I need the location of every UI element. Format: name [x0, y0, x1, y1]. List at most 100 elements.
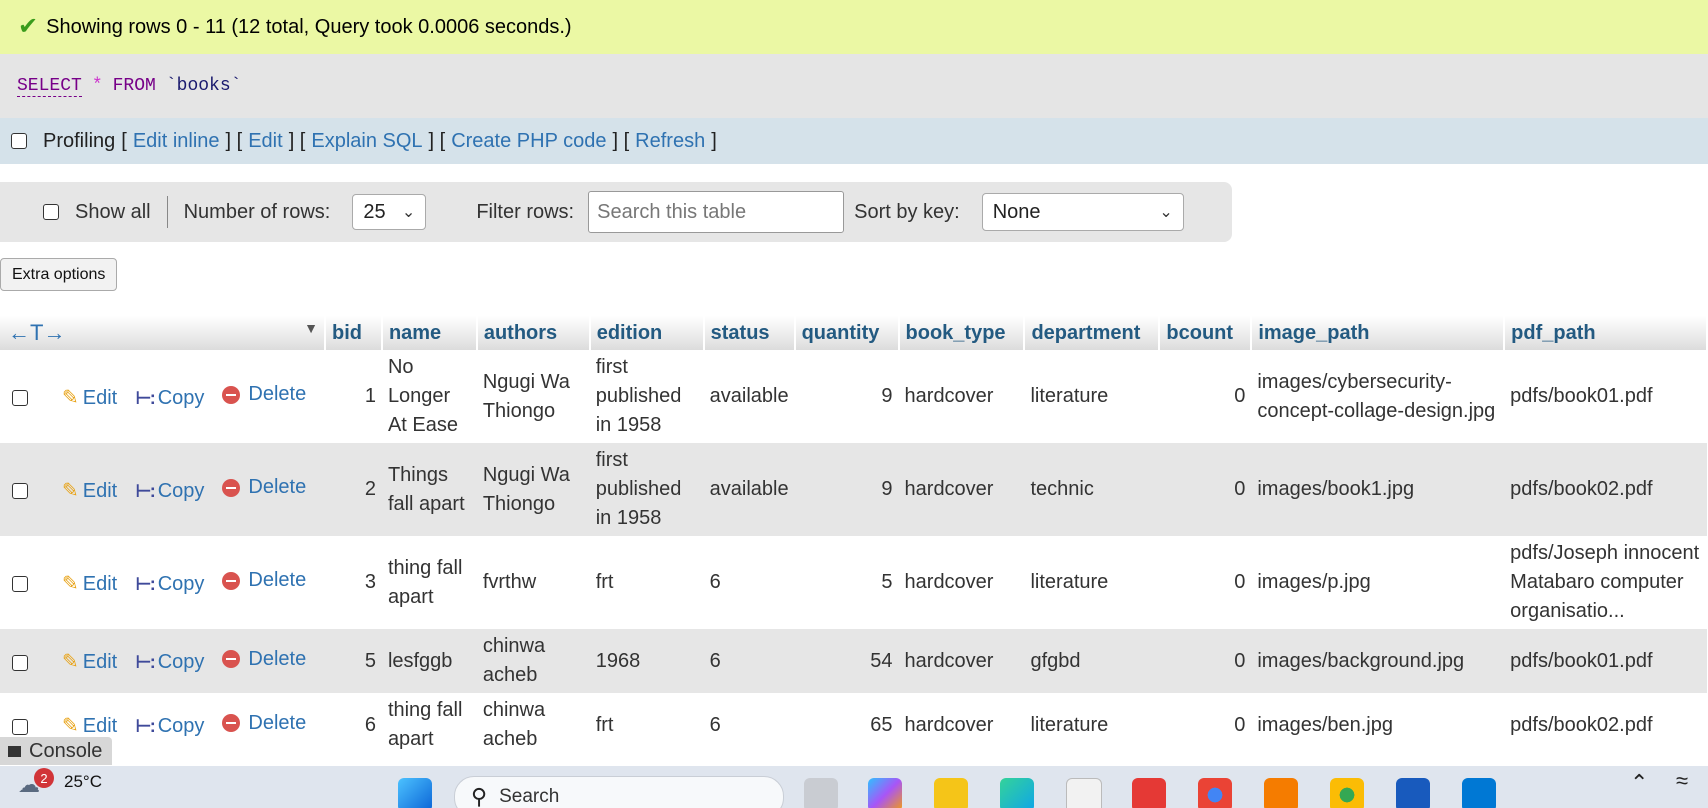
cell-pdf-path[interactable]: pdfs/book01.pdf [1504, 350, 1707, 443]
cell-bcount[interactable]: 0 [1159, 536, 1252, 629]
cell-authors[interactable]: Ngugi Wa Thiongo [476, 443, 590, 536]
cell-status[interactable]: 6 [703, 536, 795, 629]
row-edit-button[interactable]: ✎ Edit [62, 648, 117, 677]
row-delete-button[interactable]: Delete [222, 380, 306, 409]
cell-book-type[interactable]: hardcover [898, 443, 1025, 536]
row-copy-button[interactable]: ⊢: Copy [135, 712, 204, 741]
cell-department[interactable]: literature [1024, 536, 1160, 629]
cell-name[interactable]: thing fall apart [381, 693, 477, 757]
explain-sql-link[interactable]: Explain SQL [311, 130, 422, 153]
row-delete-button[interactable]: Delete [222, 473, 306, 502]
row-delete-button[interactable]: Delete [222, 645, 306, 674]
copilot-icon[interactable] [868, 778, 902, 808]
sql-select-keyword[interactable]: SELECT [17, 76, 82, 97]
cell-book-type[interactable]: hardcover [898, 536, 1025, 629]
cell-name[interactable]: thing fall apart [381, 536, 477, 629]
wifi-icon[interactable]: ≈ [1676, 768, 1688, 794]
cell-authors[interactable]: chinwa acheb [476, 629, 590, 693]
cell-pdf-path[interactable]: pdfs/Joseph innocent Matabaro computer o… [1504, 536, 1707, 629]
filter-rows-input[interactable] [588, 191, 845, 233]
create-php-code-link[interactable]: Create PHP code [451, 130, 606, 153]
cell-bcount[interactable]: 0 [1159, 629, 1252, 693]
cell-image-path[interactable]: images/cybersecurity-concept-collage-des… [1251, 350, 1505, 443]
cell-bid[interactable]: 1 [325, 350, 382, 443]
column-header-name[interactable]: name [381, 316, 478, 350]
profiling-checkbox[interactable] [11, 133, 27, 149]
store-icon[interactable] [1066, 778, 1102, 808]
cell-quantity[interactable]: 9 [794, 350, 899, 443]
cell-quantity[interactable]: 65 [794, 693, 899, 757]
cell-image-path[interactable]: images/p.jpg [1251, 536, 1505, 629]
cell-pdf-path[interactable]: pdfs/book02.pdf [1504, 693, 1707, 757]
row-delete-button[interactable]: Delete [222, 709, 306, 738]
cell-bid[interactable]: 5 [325, 629, 382, 693]
row-checkbox[interactable] [12, 576, 28, 593]
column-header-pdf-path[interactable]: pdf_path [1504, 316, 1708, 350]
sort-dropdown-icon[interactable]: ▼ [304, 320, 318, 336]
cell-pdf-path[interactable]: pdfs/book01.pdf [1504, 629, 1707, 693]
vscode-icon[interactable] [1462, 778, 1496, 808]
column-header-image-path[interactable]: image_path [1251, 316, 1506, 350]
xampp-icon[interactable] [1264, 778, 1298, 808]
column-header-bid[interactable]: bid [325, 316, 383, 350]
row-checkbox[interactable] [12, 718, 28, 735]
row-edit-button[interactable]: ✎ Edit [62, 570, 117, 599]
row-edit-button[interactable]: ✎ Edit [62, 384, 117, 413]
column-header-status[interactable]: status [703, 316, 796, 350]
row-checkbox[interactable] [12, 390, 28, 407]
row-copy-button[interactable]: ⊢: Copy [135, 384, 204, 413]
cell-department[interactable]: gfgbd [1024, 629, 1160, 693]
cell-pdf-path[interactable]: pdfs/book02.pdf [1504, 443, 1707, 536]
wps-icon[interactable] [1132, 778, 1166, 808]
cell-authors[interactable]: fvrthw [476, 536, 590, 629]
cell-bcount[interactable]: 0 [1159, 693, 1252, 757]
cell-status[interactable]: available [703, 350, 795, 443]
column-header-authors[interactable]: authors [476, 316, 591, 350]
rows-per-page-select[interactable]: 25 ⌄ [352, 194, 427, 230]
cell-image-path[interactable]: images/background.jpg [1251, 629, 1505, 693]
row-copy-button[interactable]: ⊢: Copy [135, 477, 204, 506]
cell-edition[interactable]: first published in 1958 [589, 350, 704, 443]
row-checkbox[interactable] [12, 483, 28, 500]
column-header-bcount[interactable]: bcount [1159, 316, 1253, 350]
weather-widget[interactable]: ☁ 2 25°C [18, 768, 102, 800]
chrome-profile-icon[interactable] [1330, 778, 1364, 808]
cell-authors[interactable]: Ngugi Wa Thiongo [476, 350, 590, 443]
cell-name[interactable]: No Longer At Ease [381, 350, 477, 443]
chrome-icon[interactable] [1198, 778, 1232, 808]
cell-image-path[interactable]: images/book1.jpg [1251, 443, 1505, 536]
cell-name[interactable]: Things fall apart [381, 443, 477, 536]
cell-department[interactable]: technic [1024, 443, 1160, 536]
column-header-edition[interactable]: edition [589, 316, 705, 350]
cell-quantity[interactable]: 5 [794, 536, 899, 629]
row-edit-button[interactable]: ✎ Edit [62, 477, 117, 506]
cell-image-path[interactable]: images/ben.jpg [1251, 693, 1505, 757]
file-explorer-icon[interactable] [934, 778, 968, 808]
cell-edition[interactable]: 1968 [589, 629, 704, 693]
row-checkbox[interactable] [12, 654, 28, 671]
cell-bid[interactable]: 3 [325, 536, 382, 629]
column-header-quantity[interactable]: quantity [794, 316, 900, 350]
sort-by-key-select[interactable]: None ⌄ [981, 193, 1184, 231]
show-all-checkbox[interactable] [43, 204, 59, 220]
cell-book-type[interactable]: hardcover [898, 629, 1025, 693]
column-header-book-type[interactable]: book_type [898, 316, 1026, 350]
cell-status[interactable]: 6 [703, 629, 795, 693]
edit-link[interactable]: Edit [248, 130, 282, 153]
chevron-up-icon[interactable]: ⌃ [1630, 770, 1648, 796]
cell-quantity[interactable]: 54 [794, 629, 899, 693]
arrows-icon[interactable]: ←T→ [8, 320, 65, 345]
taskbar-search[interactable]: ⚲ Search [454, 776, 784, 808]
cell-edition[interactable]: first published in 1958 [589, 443, 704, 536]
cell-department[interactable]: literature [1024, 693, 1160, 757]
cell-edition[interactable]: frt [589, 536, 704, 629]
start-icon[interactable] [398, 778, 432, 808]
row-delete-button[interactable]: Delete [222, 566, 306, 595]
edge-icon[interactable] [1000, 778, 1034, 808]
row-copy-button[interactable]: ⊢: Copy [135, 570, 204, 599]
task-view-icon[interactable] [804, 778, 838, 808]
refresh-link[interactable]: Refresh [635, 130, 705, 153]
cell-department[interactable]: literature [1024, 350, 1160, 443]
cell-quantity[interactable]: 9 [794, 443, 899, 536]
column-header-department[interactable]: department [1024, 316, 1161, 350]
